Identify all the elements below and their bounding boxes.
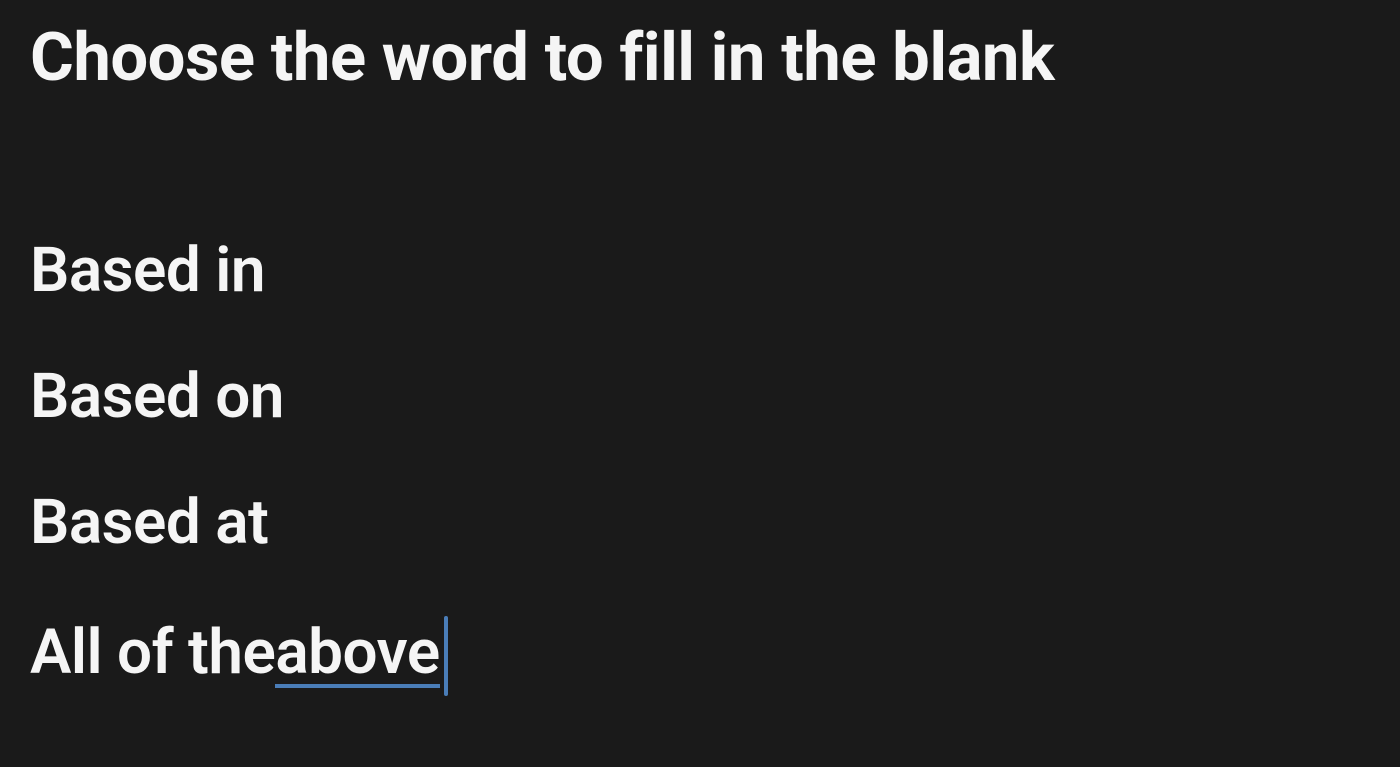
- question-container: Choose the word to fill in the blank Bas…: [0, 0, 1400, 688]
- option-1[interactable]: Based in: [30, 237, 265, 305]
- options-list: Based in Based on Based at All of the ab…: [30, 237, 1370, 688]
- text-caret-icon: [444, 616, 448, 696]
- option-4-prefix: All of the: [30, 619, 275, 687]
- editing-text-wrap: All of the above: [30, 616, 448, 688]
- question-prompt: Choose the word to fill in the blank: [30, 20, 1370, 97]
- option-4-underlined-word: above: [275, 622, 439, 688]
- option-4-editing[interactable]: All of the above: [30, 616, 448, 688]
- option-2[interactable]: Based on: [30, 363, 284, 431]
- option-3[interactable]: Based at: [30, 489, 268, 557]
